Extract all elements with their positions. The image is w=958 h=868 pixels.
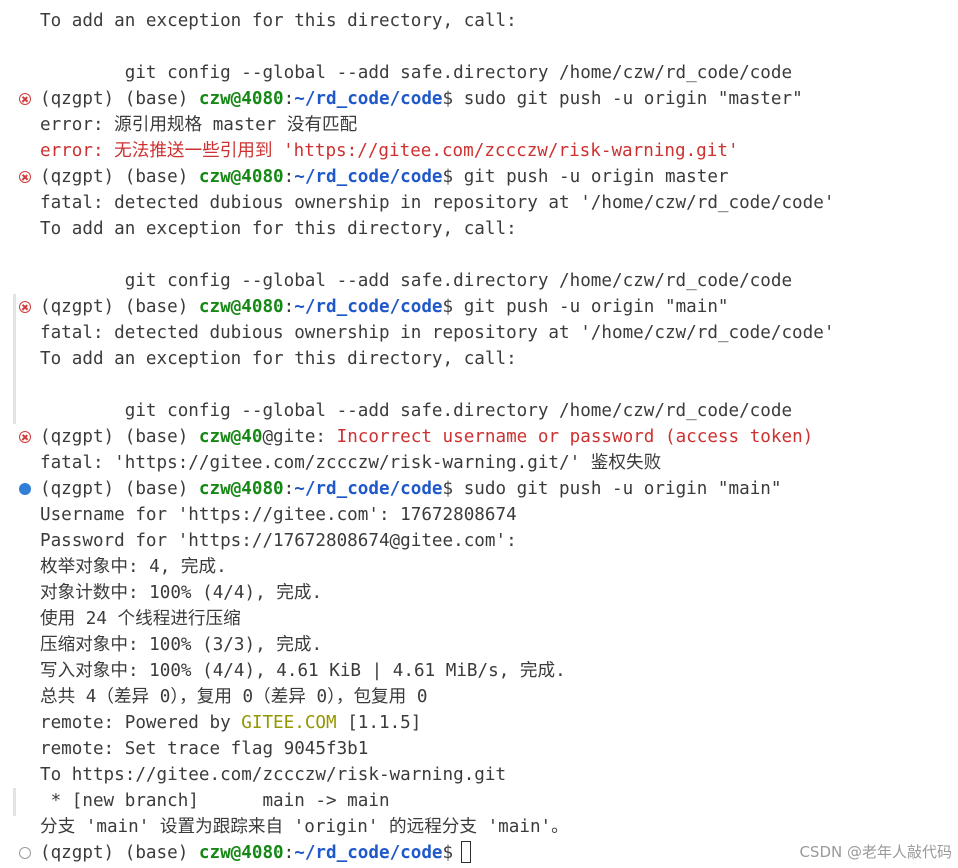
text-cursor[interactable] (461, 841, 472, 863)
prompt-colon: : (283, 89, 295, 109)
output-text: git config --global --add safe.directory… (40, 63, 793, 83)
output-text: remote: Set trace flag 9045f3b1 (40, 739, 369, 759)
env-prefix: (qzgpt) (base) (40, 89, 199, 109)
prompt-path: ~/rd_code/code (294, 479, 443, 499)
output-text: To add an exception for this directory, … (40, 219, 517, 239)
terminal-line: 总共 4（差异 0），复用 0（差异 0），包复用 0 (0, 684, 958, 710)
terminal-line: 写入对象中: 100% (4/4), 4.61 KiB | 4.61 MiB/s… (0, 658, 958, 684)
prompt-path: ~/rd_code/code (294, 843, 443, 863)
output-text: 使用 24 个线程进行压缩 (40, 609, 241, 629)
prompt-user: czw@40 (198, 427, 263, 447)
output-text: To add an exception for this directory, … (40, 349, 517, 369)
output-text: fatal: detected dubious ownership in rep… (40, 323, 835, 343)
output-text: [1.1.5] (336, 713, 422, 733)
output-text: fatal: detected dubious ownership in rep… (40, 193, 835, 213)
terminal-line: fatal: detected dubious ownership in rep… (0, 320, 958, 346)
output-text: 枚举对象中: 4, 完成. (40, 557, 227, 577)
watermark: CSDN @老年人敲代码 (799, 843, 952, 861)
output-text: fatal: 'https://gitee.com/zccczw/risk-wa… (40, 453, 662, 473)
env-prefix: (qzgpt) (base) (40, 479, 199, 499)
command-success-icon[interactable] (19, 483, 31, 495)
output-text: Username for 'https://gitee.com': 176728… (40, 505, 517, 525)
command-idle-icon (19, 847, 31, 859)
terminal-line: To https://gitee.com/zccczw/risk-warning… (0, 762, 958, 788)
command-text: $ git push -u origin master (442, 167, 729, 187)
prompt-user: czw@4080 (198, 167, 284, 187)
output-text: remote: Powered by (40, 713, 242, 733)
terminal-line: 压缩对象中: 100% (3/3), 完成. (0, 632, 958, 658)
env-prefix: (qzgpt) (base) (40, 167, 199, 187)
env-prefix: (qzgpt) (base) (40, 427, 199, 447)
prompt-path: ~/rd_code/code (294, 167, 443, 187)
terminal-line: remote: Set trace flag 9045f3b1 (0, 736, 958, 762)
output-text: * [new branch] main -> main (40, 791, 390, 811)
command-text: $ sudo git push -u origin "master" (442, 89, 803, 109)
output-text: error: 源引用规格 master 没有匹配 (40, 115, 358, 135)
prompt-user: czw@4080 (198, 479, 284, 499)
error-text: Incorrect username or password (access t… (336, 427, 814, 447)
terminal-line: * [new branch] main -> main (0, 788, 958, 814)
prompt-user: czw@4080 (198, 843, 284, 863)
brand-text: GITEE.COM (241, 713, 337, 733)
output-text: git config --global --add safe.directory… (40, 271, 793, 291)
terminal-line: 分支 'main' 设置为跟踪来自 'origin' 的远程分支 'main'。 (0, 814, 958, 840)
terminal-line: To add an exception for this directory, … (0, 216, 958, 242)
prompt-path: ~/rd_code/code (294, 297, 443, 317)
env-prefix: (qzgpt) (base) (40, 297, 199, 317)
terminal-line: error: 无法推送一些引用到 'https://gitee.com/zccc… (0, 138, 958, 164)
terminal-line: fatal: detected dubious ownership in rep… (0, 190, 958, 216)
prompt-user: czw@4080 (198, 297, 284, 317)
output-text: 分支 'main' 设置为跟踪来自 'origin' 的远程分支 'main'。 (40, 817, 569, 837)
prompt-line: (qzgpt) (base) czw@4080:~/rd_code/code$ … (0, 476, 958, 502)
terminal-line: 枚举对象中: 4, 完成. (0, 554, 958, 580)
prompt-colon: : (283, 167, 295, 187)
output-text: git config --global --add safe.directory… (40, 401, 793, 421)
prompt-colon: : (283, 843, 295, 863)
command-text: $ git push -u origin "main" (442, 297, 729, 317)
output-text: 对象计数中: 100% (4/4), 完成. (40, 583, 323, 603)
command-failed-icon[interactable] (19, 301, 31, 313)
prompt-colon: : (283, 297, 295, 317)
terminal-line: To add an exception for this directory, … (0, 346, 958, 372)
terminal-line: remote: Powered by GITEE.COM [1.1.5] (0, 710, 958, 736)
prompt-line: (qzgpt) (base) czw@4080:~/rd_code/code$ … (0, 164, 958, 190)
command-failed-icon[interactable] (19, 431, 31, 443)
command-failed-icon[interactable] (19, 93, 31, 105)
output-text: 写入对象中: 100% (4/4), 4.61 KiB | 4.61 MiB/s… (40, 661, 566, 681)
prompt-colon: : (283, 479, 295, 499)
output-text: 总共 4（差异 0），复用 0（差异 0），包复用 0 (40, 687, 428, 707)
command-text: $ (442, 843, 454, 863)
terminal-panel[interactable]: To add an exception for this directory, … (0, 0, 958, 868)
env-prefix: (qzgpt) (base) (40, 843, 199, 863)
output-text: To https://gitee.com/zccczw/risk-warning… (40, 765, 507, 785)
command-text: $ sudo git push -u origin "main" (442, 479, 782, 499)
prompt-line: (qzgpt) (base) czw@4080:~/rd_code/code$ … (0, 86, 958, 112)
terminal-line: error: 源引用规格 master 没有匹配 (0, 112, 958, 138)
terminal-line: To add an exception for this directory, … (0, 8, 958, 34)
terminal-line: git config --global --add safe.directory… (0, 398, 958, 424)
terminal-line: 对象计数中: 100% (4/4), 完成. (0, 580, 958, 606)
terminal-line: git config --global --add safe.directory… (0, 60, 958, 86)
command-failed-icon[interactable] (19, 171, 31, 183)
output-text: To add an exception for this directory, … (40, 11, 517, 31)
prompt-path: ~/rd_code/code (294, 89, 443, 109)
prompt-line: (qzgpt) (base) czw@4080:~/rd_code/code$ … (0, 294, 958, 320)
prompt-line: (qzgpt) (base) czw@40@gite: Incorrect us… (0, 424, 958, 450)
terminal-line: git config --global --add safe.directory… (0, 268, 958, 294)
prompt-overwritten-text: @gite: (262, 427, 337, 447)
terminal-line: 使用 24 个线程进行压缩 (0, 606, 958, 632)
terminal-line: Password for 'https://17672808674@gitee.… (0, 528, 958, 554)
prompt-user: czw@4080 (198, 89, 284, 109)
terminal-line: Username for 'https://gitee.com': 176728… (0, 502, 958, 528)
error-text: error: 无法推送一些引用到 'https://gitee.com/zccc… (40, 141, 739, 161)
output-text: Password for 'https://17672808674@gitee.… (40, 531, 517, 551)
terminal-line: fatal: 'https://gitee.com/zccczw/risk-wa… (0, 450, 958, 476)
output-text: 压缩对象中: 100% (3/3), 完成. (40, 635, 323, 655)
